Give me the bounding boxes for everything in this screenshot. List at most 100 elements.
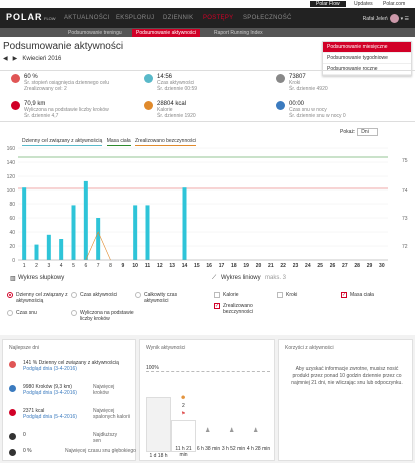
x-tick-label: 5: [72, 263, 75, 268]
radio[interactable]: [71, 292, 77, 298]
line-opt-steps[interactable]: Kroki: [277, 292, 336, 298]
nav-community[interactable]: SPOŁECZNOŚĆ: [243, 15, 292, 21]
option-weekly[interactable]: Podsumowanie tygodniowe: [323, 53, 411, 64]
nav-news[interactable]: AKTUALNOŚCI: [64, 15, 110, 21]
x-tick-label: 3: [47, 263, 50, 268]
next-month-button[interactable]: ▶: [13, 55, 21, 62]
chevron-down-icon: ▾: [400, 15, 404, 22]
nav-diary[interactable]: DZIENNIK: [163, 15, 193, 21]
line-opt-inactivity[interactable]: ✓ Zrealizowano bezczynności: [214, 303, 263, 315]
x-tick-label: 15: [194, 263, 200, 268]
y-tick-label: 0: [12, 258, 15, 264]
avatar: [389, 14, 399, 23]
date-navigator: ◀ ▶ Kwiecień 2016: [3, 55, 61, 62]
steps-icon: [9, 385, 16, 392]
checkbox-checked[interactable]: ✓: [214, 303, 220, 309]
sitting-icon: ♟: [253, 428, 259, 434]
tab-training-summary[interactable]: Podsumowanie treningu: [64, 29, 126, 37]
bar-opt-sleep[interactable]: Czas snu: [7, 310, 66, 316]
activity-col-label: 3 h 52 min: [221, 446, 246, 452]
x-tick-label: 21: [268, 263, 274, 268]
tab-running-index[interactable]: Raport Running Index: [210, 29, 267, 37]
polar-logo[interactable]: POLAR: [6, 12, 43, 22]
bottom-panel: Najlepsze dni 141 % Dzienny cel związany…: [0, 335, 415, 463]
page-title: Podsumowanie aktywności: [3, 41, 124, 52]
y2-tick-label: 72: [402, 244, 408, 250]
activity-chart: 0 20 40 60 80 100 120 140 160 72 73 74 75 1 2 3 4 5 6 7 8 9 10…: [0, 124, 415, 269]
line-opt-weight[interactable]: ✓ Masa ciała: [341, 292, 400, 298]
x-tick-label: 25: [317, 263, 323, 268]
user-name: Rafał Jeleń: [362, 15, 388, 22]
x-tick-label: 18: [231, 263, 237, 268]
activity-max-line: [146, 371, 270, 372]
standing-icon: ♟: [229, 428, 235, 434]
y-tick-label: 60: [9, 216, 15, 222]
y-tick-label: 100: [7, 188, 16, 194]
x-tick-label: 23: [293, 263, 299, 268]
checkbox-checked[interactable]: ✓: [341, 292, 347, 298]
x-tick-label: 11: [145, 263, 151, 268]
stat-sleep: 00:00 Czas snu w nocy Śr. dziennie snu w n…: [276, 101, 346, 119]
flag-icon: ⚑: [181, 411, 186, 417]
line-chart-icon: ⟋: [212, 275, 217, 281]
radio[interactable]: [71, 310, 77, 316]
radio-checked[interactable]: [7, 292, 13, 298]
tab-activity-summary[interactable]: Podsumowanie aktywności: [132, 29, 201, 37]
bar-opt-distance[interactable]: Wyliczona na podstawie liczby kroków: [71, 310, 138, 322]
flame-icon: [144, 101, 153, 110]
steps-icon: [276, 74, 285, 83]
polar-com-link[interactable]: Polar.com: [377, 1, 411, 7]
running-icon: ☻: [180, 395, 187, 401]
flame-icon: [9, 409, 16, 416]
x-tick-label: 24: [305, 263, 311, 268]
x-tick-label: 19: [243, 263, 249, 268]
y2-tick-label: 75: [402, 158, 408, 164]
nav-explore[interactable]: EKSPLORUJ: [116, 15, 154, 21]
activity-chart-svg: 020406080100120140160727374751 2 3 4 5 6 7 8 9 10…: [7, 146, 408, 269]
bar-day-7: [96, 218, 101, 260]
menu-icon[interactable]: ☰: [405, 16, 409, 22]
bar-day-1: [22, 187, 27, 260]
activity-col-label: 11 h 21 min: [175, 446, 192, 458]
x-tick-label: 16: [206, 263, 212, 268]
top-strip: Polar Flow Updates Polar.com: [0, 0, 415, 8]
x-tick-label: 7: [97, 263, 100, 268]
updates-link[interactable]: Updates: [348, 1, 379, 7]
bar-opt-goal[interactable]: Dzienny cel związany z aktywnością: [7, 292, 76, 304]
y2-tick-label: 74: [402, 188, 408, 194]
checkbox[interactable]: [214, 292, 220, 298]
user-menu[interactable]: Rafał Jeleń ▾ ☰: [363, 14, 409, 23]
activity-col-label: 4 h 28 min: [246, 446, 271, 452]
stat-goal: 60 % Śr. stopień osiągnięcia dziennego ce…: [11, 74, 109, 92]
line-opt-calories[interactable]: Kalorie: [214, 292, 273, 298]
radio[interactable]: [7, 310, 13, 316]
x-tick-label: 27: [342, 263, 348, 268]
activity-badge: 2: [182, 403, 185, 409]
y-tick-label: 40: [9, 230, 15, 236]
option-monthly[interactable]: Podsumowanie miesięczne: [323, 42, 411, 53]
bar-chart-title: Wykres słupkowy: [18, 275, 65, 281]
prev-month-button[interactable]: ◀: [3, 55, 11, 62]
x-tick-label: 14: [182, 263, 188, 268]
activity-col: [146, 397, 171, 452]
x-tick-label: 6: [84, 263, 87, 268]
bar-opt-total-active[interactable]: Całkowity czas aktywności: [135, 292, 202, 304]
day-link[interactable]: Podgląd dnia (3-4-2016): [23, 366, 143, 372]
x-tick-label: 30: [379, 263, 385, 268]
day-link[interactable]: Podgląd dnia (3-4-2016): [23, 390, 143, 396]
bar-day-10: [133, 205, 138, 260]
y2-tick-label: 73: [402, 216, 408, 222]
stat-distance: 70,9 km Wyliczona na podstawie liczby kro…: [11, 101, 109, 119]
checkbox[interactable]: [277, 292, 283, 298]
y-tick-label: 80: [9, 202, 15, 208]
x-tick-label: 28: [354, 263, 360, 268]
bar-opt-active-time[interactable]: Czas aktywności: [71, 292, 138, 298]
polar-flow-link[interactable]: Polar Flow: [310, 1, 346, 7]
radio[interactable]: [135, 292, 141, 298]
x-tick-label: 12: [157, 263, 163, 268]
stat-steps: 73807 Kroki Śr. dziennie 4920: [276, 74, 328, 92]
walking-icon: ♟: [205, 428, 211, 434]
nav-progress[interactable]: POSTĘPY: [203, 15, 233, 21]
x-tick-label: 4: [60, 263, 63, 268]
y-tick-label: 120: [7, 174, 16, 180]
